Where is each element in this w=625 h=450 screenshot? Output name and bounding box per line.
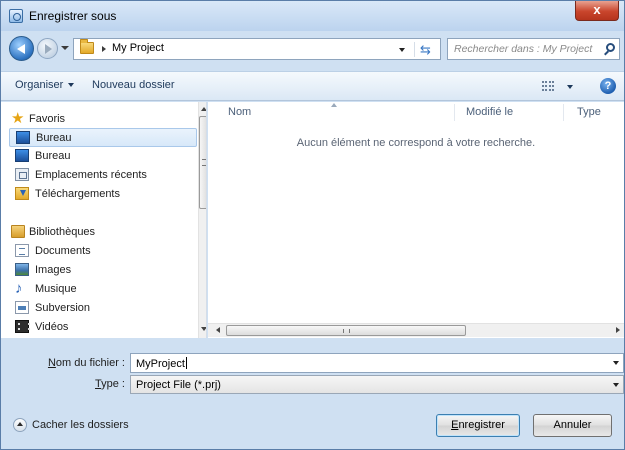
- cancel-button[interactable]: Annuler: [533, 414, 612, 437]
- desktop-icon: [16, 131, 30, 144]
- folder-icon: [80, 39, 94, 54]
- column-header-type[interactable]: Type: [577, 106, 601, 118]
- music-icon: ♪: [15, 280, 23, 297]
- libraries-icon: [11, 225, 25, 238]
- column-header-modified[interactable]: Modifié le: [466, 106, 513, 118]
- desktop-icon: [15, 149, 29, 162]
- breadcrumb-chevron-right-icon[interactable]: [102, 46, 106, 52]
- scroll-right-icon[interactable]: [616, 327, 620, 333]
- navigation-pane: ★ Favoris Bureau Bureau Emplacements réc…: [1, 102, 207, 338]
- videos-icon: [15, 320, 30, 333]
- forward-icon[interactable]: [37, 38, 58, 59]
- column-divider[interactable]: [454, 104, 455, 121]
- chevron-up-icon[interactable]: [13, 418, 27, 432]
- help-icon[interactable]: ?: [600, 78, 616, 94]
- scroll-thumb[interactable]: [199, 116, 206, 209]
- new-folder-button[interactable]: Nouveau dossier: [92, 79, 175, 91]
- text-caret: [185, 357, 187, 369]
- nav-item-bureau[interactable]: Bureau: [9, 128, 197, 147]
- save-as-dialog: Enregistrer sous x My Project ⇆ Recherch…: [0, 0, 625, 450]
- filename-history-dropdown-icon[interactable]: [613, 361, 619, 365]
- nav-item-documents[interactable]: Documents: [1, 242, 198, 261]
- navpane-vertical-scrollbar[interactable]: [198, 102, 206, 338]
- scroll-left-icon[interactable]: [216, 327, 220, 333]
- favorites-star-icon: ★: [11, 110, 25, 127]
- search-icon[interactable]: [606, 43, 615, 52]
- scroll-thumb[interactable]: [226, 325, 466, 336]
- file-list-pane[interactable]: Nom Modifié le Type Aucun élément ne cor…: [208, 102, 624, 338]
- filetype-value: Project File (*.prj): [136, 379, 221, 391]
- file-list-horizontal-scrollbar[interactable]: [208, 323, 624, 337]
- filename-input[interactable]: MyProject: [130, 353, 624, 373]
- scroll-down-icon[interactable]: [201, 327, 206, 331]
- filename-label: Nom du fichier :: [47, 357, 125, 369]
- command-toolbar: Organiser Nouveau dossier ?: [1, 71, 624, 101]
- title-bar[interactable]: Enregistrer sous x: [1, 1, 624, 31]
- view-dropdown-icon[interactable]: [567, 85, 573, 89]
- filetype-dropdown-icon[interactable]: [613, 383, 619, 387]
- sort-ascending-icon: [331, 103, 337, 107]
- address-bar[interactable]: My Project ⇆: [73, 38, 441, 60]
- downloads-icon: [15, 187, 29, 200]
- scroll-up-icon[interactable]: [201, 107, 206, 111]
- column-divider[interactable]: [563, 104, 564, 121]
- nav-item-videos[interactable]: Vidéos: [1, 318, 198, 337]
- back-icon[interactable]: [9, 36, 34, 61]
- filetype-label: Type :: [95, 378, 125, 390]
- nav-item-downloads[interactable]: Téléchargements: [1, 185, 198, 204]
- search-input[interactable]: Rechercher dans : My Project: [447, 38, 620, 60]
- organize-button[interactable]: Organiser: [15, 79, 74, 91]
- nav-item-bureau[interactable]: Bureau: [1, 147, 198, 166]
- pictures-icon: [15, 263, 29, 276]
- filename-value: MyProject: [136, 358, 185, 370]
- refresh-icon[interactable]: ⇆: [414, 42, 436, 57]
- subversion-icon: [15, 301, 29, 314]
- filetype-select[interactable]: Project File (*.prj): [130, 375, 624, 394]
- column-header-name[interactable]: Nom: [228, 106, 251, 118]
- address-dropdown-icon[interactable]: [399, 48, 405, 52]
- recent-pages-chevron-down-icon[interactable]: [61, 46, 69, 50]
- breadcrumb-item[interactable]: My Project: [112, 42, 164, 54]
- empty-results-message: Aucun élément ne correspond à votre rech…: [296, 137, 536, 149]
- recent-places-icon: [15, 168, 29, 181]
- nav-item-images[interactable]: Images: [1, 261, 198, 280]
- nav-favorites-header[interactable]: ★ Favoris: [1, 110, 198, 129]
- close-button[interactable]: x: [575, 1, 619, 21]
- nav-item-subversion[interactable]: Subversion: [1, 299, 198, 318]
- documents-icon: [15, 244, 29, 257]
- nav-item-music[interactable]: ♪ Musique: [1, 280, 198, 299]
- app-icon: [9, 9, 23, 23]
- view-options-icon[interactable]: [542, 81, 554, 91]
- navigation-bar: My Project ⇆ Rechercher dans : My Projec…: [1, 31, 624, 65]
- nav-item-recent-places[interactable]: Emplacements récents: [1, 166, 198, 185]
- window-title: Enregistrer sous: [29, 9, 117, 23]
- nav-libraries-header[interactable]: Bibliothèques: [1, 223, 198, 242]
- save-button[interactable]: Enregistrer: [436, 414, 520, 437]
- search-placeholder: Rechercher dans : My Project: [454, 43, 593, 55]
